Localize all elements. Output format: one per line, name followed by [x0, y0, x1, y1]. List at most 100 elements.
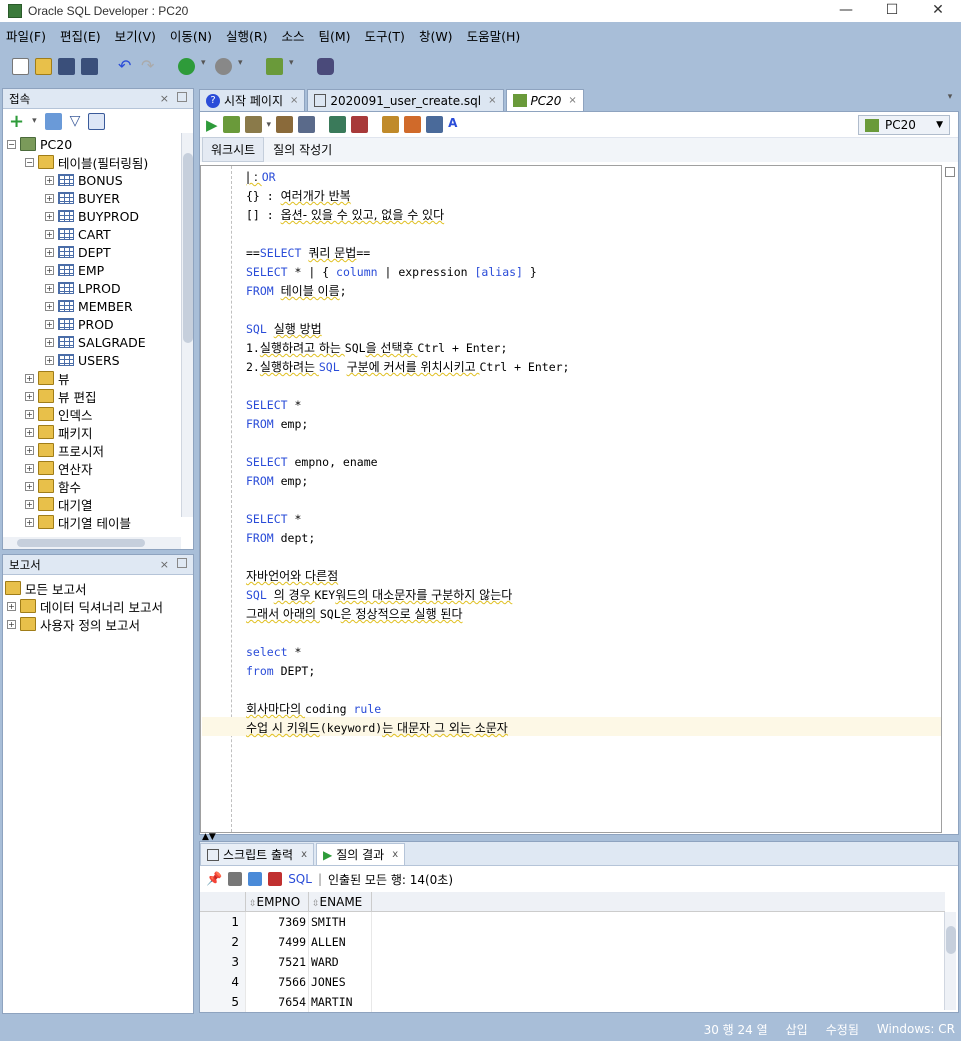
- table-cell[interactable]: SMITH: [309, 912, 372, 932]
- close-tab-icon[interactable]: ×: [488, 95, 496, 106]
- expand-icon[interactable]: +: [7, 601, 16, 611]
- table-cell[interactable]: JONES: [309, 972, 372, 992]
- tree-table-emp[interactable]: + EMP: [45, 261, 104, 279]
- expand-icon[interactable]: +: [45, 175, 54, 185]
- table-row[interactable]: 2 7499 ALLEN: [200, 932, 945, 952]
- expand-icon[interactable]: +: [45, 247, 54, 257]
- tree-table-bonus[interactable]: + BONUS: [45, 171, 123, 189]
- collapse-icon[interactable]: [88, 112, 106, 130]
- pin-icon[interactable]: 📌: [206, 872, 222, 887]
- close-icon[interactable]: ×: [160, 92, 169, 105]
- sql-worksheet-icon[interactable]: [266, 57, 283, 75]
- refresh-icon[interactable]: [248, 872, 263, 886]
- table-row[interactable]: 1 7369 SMITH: [200, 912, 945, 932]
- column-header-empno[interactable]: ⇳EMPNO: [246, 892, 309, 911]
- tree-table-member[interactable]: + MEMBER: [45, 297, 133, 315]
- table-cell[interactable]: 7369: [246, 912, 309, 932]
- open-icon[interactable]: [35, 57, 52, 75]
- tab-start-page[interactable]: ? 시작 페이지 ×: [199, 89, 306, 111]
- back-icon[interactable]: [178, 57, 195, 75]
- tree-hscroll-thumb[interactable]: [17, 539, 145, 547]
- tree-node-other[interactable]: + 인덱스: [25, 405, 93, 423]
- expand-icon[interactable]: +: [45, 319, 54, 329]
- minimize-panel-icon[interactable]: [177, 92, 187, 102]
- table-row[interactable]: 5 7654 MARTIN: [200, 992, 945, 1012]
- tab-pc20[interactable]: PC20 ×: [505, 89, 584, 111]
- tree-node-other[interactable]: + 패키지: [25, 423, 93, 441]
- tree-node-other[interactable]: + 프로시저: [25, 441, 104, 459]
- tree-node-other[interactable]: + 대기열 테이블: [25, 513, 131, 531]
- expand-icon[interactable]: +: [25, 427, 34, 437]
- explain-plan-icon[interactable]: [276, 116, 294, 133]
- case-convert-icon[interactable]: A: [448, 116, 465, 133]
- tree-table-lprod[interactable]: + LPROD: [45, 279, 121, 297]
- report-user-defined[interactable]: + 사용자 정의 보고서: [7, 615, 140, 633]
- sql-link[interactable]: SQL: [288, 872, 312, 886]
- table-cell[interactable]: WARD: [309, 952, 372, 972]
- tree-node-other[interactable]: + 대기열: [25, 495, 93, 513]
- expand-icon[interactable]: +: [45, 355, 54, 365]
- add-connection-icon[interactable]: +: [9, 111, 24, 132]
- table-cell[interactable]: ALLEN: [309, 932, 372, 952]
- report-all[interactable]: 모든 보고서: [5, 579, 86, 597]
- binoculars-icon[interactable]: [317, 57, 334, 75]
- menu-tools[interactable]: 도구(T): [365, 26, 405, 45]
- expand-icon[interactable]: +: [25, 391, 34, 401]
- close-icon[interactable]: ×: [160, 558, 169, 571]
- expand-icon[interactable]: −: [25, 157, 34, 167]
- tree-vscroll[interactable]: [181, 133, 193, 517]
- tree-node-other[interactable]: + 뷰: [25, 369, 70, 387]
- print-icon[interactable]: [228, 872, 243, 886]
- sql-tuning-icon[interactable]: [298, 116, 316, 133]
- expand-icon[interactable]: +: [25, 499, 34, 509]
- maximize-button[interactable]: ☐: [869, 0, 915, 22]
- clear-icon[interactable]: [404, 116, 422, 133]
- results-grid[interactable]: ⇳EMPNO ⇳ENAME 1 7369 SMITH 2 7499 ALLEN 3 7521 W…: [200, 892, 945, 1012]
- forward-icon[interactable]: [215, 57, 232, 75]
- table-cell[interactable]: 7499: [246, 932, 309, 952]
- format-icon[interactable]: [382, 116, 400, 133]
- tree-table-cart[interactable]: + CART: [45, 225, 111, 243]
- tree-hscroll[interactable]: [3, 537, 181, 549]
- sql-dropdown-icon[interactable]: ▾: [289, 58, 297, 75]
- expand-icon[interactable]: +: [25, 373, 34, 383]
- tab-sql-file[interactable]: 2020091_user_create.sql ×: [307, 89, 504, 111]
- menu-help[interactable]: 도움말(H): [467, 26, 521, 45]
- back-dropdown-icon[interactable]: ▾: [201, 58, 209, 75]
- menu-edit[interactable]: 편집(E): [60, 26, 101, 45]
- close-tab-icon[interactable]: ×: [290, 95, 298, 106]
- new-icon[interactable]: [12, 57, 29, 75]
- sql-editor[interactable]: | : OR{} : 여러개가 반복[] : 옵션- 있을 수 있고, 없을 수…: [200, 165, 942, 833]
- expand-icon[interactable]: +: [25, 445, 34, 455]
- menu-source[interactable]: 소스: [281, 26, 304, 45]
- expand-icon[interactable]: +: [45, 301, 54, 311]
- expand-icon[interactable]: +: [25, 463, 34, 473]
- close-tab-icon[interactable]: x: [301, 849, 307, 860]
- close-tab-icon[interactable]: ×: [568, 95, 576, 106]
- save-icon[interactable]: [58, 57, 75, 75]
- table-row[interactable]: 4 7566 JONES: [200, 972, 945, 992]
- grid-vscroll[interactable]: [944, 912, 956, 1010]
- tree-table-prod[interactable]: + PROD: [45, 315, 114, 333]
- table-row[interactable]: 3 7521 WARD: [200, 952, 945, 972]
- subtab-worksheet[interactable]: 워크시트: [202, 137, 265, 162]
- autotrace-icon[interactable]: [244, 116, 262, 133]
- run-script-icon[interactable]: [222, 116, 240, 133]
- tree-node-pc20[interactable]: − PC20: [7, 135, 72, 153]
- minimize-panel-icon[interactable]: [177, 558, 187, 568]
- expand-icon[interactable]: +: [45, 193, 54, 203]
- tab-query-result[interactable]: ▶ 질의 결과 x: [315, 843, 406, 865]
- tree-table-buyprod[interactable]: + BUYPROD: [45, 207, 139, 225]
- expand-icon[interactable]: +: [45, 265, 54, 275]
- expand-icon[interactable]: −: [7, 139, 16, 149]
- redo-icon[interactable]: ↷: [141, 57, 158, 75]
- table-cell[interactable]: 7654: [246, 992, 309, 1012]
- tree-node-other[interactable]: + 연산자: [25, 459, 93, 477]
- menu-window[interactable]: 창(W): [419, 26, 453, 45]
- table-cell[interactable]: 7566: [246, 972, 309, 992]
- forward-dropdown-icon[interactable]: ▾: [238, 58, 246, 75]
- tree-node-other[interactable]: + 함수: [25, 477, 81, 495]
- tab-list-icon[interactable]: ▾: [943, 92, 957, 106]
- minimize-button[interactable]: —: [823, 0, 869, 22]
- split-arrows-icon[interactable]: ▲▼: [202, 833, 216, 842]
